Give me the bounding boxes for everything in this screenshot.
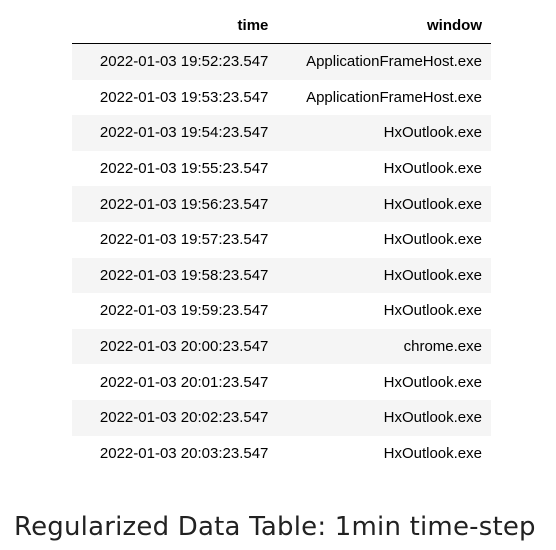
window-cell: ApplicationFrameHost.exe [277,79,491,116]
time-cell: 2022-01-03 20:00:23.547 [72,328,278,365]
window-cell: HxOutlook.exe [277,364,491,400]
table-row: 2022-01-03 20:03:23.547 HxOutlook.exe [72,435,491,472]
window-cell: HxOutlook.exe [277,435,491,472]
time-cell: 2022-01-03 19:52:23.547 [72,43,278,80]
table-row: 2022-01-03 19:56:23.547 HxOutlook.exe [72,186,491,222]
window-cell: HxOutlook.exe [277,257,491,294]
header-row: time window [72,8,491,44]
table-row: 2022-01-03 20:02:23.547 HxOutlook.exe [72,399,491,436]
data-table: time window 2022-01-03 19:52:23.547 Appl… [72,8,491,472]
table-row: 2022-01-03 20:01:23.547 HxOutlook.exe [72,364,491,400]
window-cell: HxOutlook.exe [277,186,491,222]
table-row: 2022-01-03 19:55:23.547 HxOutlook.exe [72,150,491,187]
column-header-time: time [72,8,278,44]
time-cell: 2022-01-03 20:01:23.547 [72,364,278,400]
time-cell: 2022-01-03 19:55:23.547 [72,150,278,187]
table-row: 2022-01-03 19:57:23.547 HxOutlook.exe [72,221,491,258]
table-row: 2022-01-03 19:58:23.547 HxOutlook.exe [72,257,491,294]
time-cell: 2022-01-03 19:58:23.547 [72,257,278,294]
table-row: 2022-01-03 19:54:23.547 HxOutlook.exe [72,115,491,151]
table-row: 2022-01-03 19:59:23.547 HxOutlook.exe [72,293,491,329]
time-cell: 2022-01-03 20:03:23.547 [72,435,278,472]
window-cell: ApplicationFrameHost.exe [277,43,491,80]
window-cell: chrome.exe [277,328,491,365]
time-cell: 2022-01-03 19:57:23.547 [72,221,278,258]
time-cell: 2022-01-03 20:02:23.547 [72,399,278,436]
window-cell: HxOutlook.exe [277,293,491,329]
time-cell: 2022-01-03 19:59:23.547 [72,293,278,329]
window-cell: HxOutlook.exe [277,221,491,258]
table-row: 2022-01-03 19:53:23.547 ApplicationFrame… [72,79,491,116]
time-cell: 2022-01-03 19:56:23.547 [72,186,278,222]
table-body: 2022-01-03 19:52:23.547 ApplicationFrame… [72,43,491,472]
window-cell: HxOutlook.exe [277,150,491,187]
table-caption: Regularized Data Table: 1min time-step [14,512,536,542]
table-row: 2022-01-03 19:52:23.547 ApplicationFrame… [72,43,491,80]
window-cell: HxOutlook.exe [277,399,491,436]
time-cell: 2022-01-03 19:53:23.547 [72,79,278,116]
data-table-container: time window 2022-01-03 19:52:23.547 Appl… [72,8,491,472]
column-header-window: window [277,8,491,44]
time-cell: 2022-01-03 19:54:23.547 [72,115,278,151]
table-header: time window [72,8,491,44]
window-cell: HxOutlook.exe [277,115,491,151]
table-row: 2022-01-03 20:00:23.547 chrome.exe [72,328,491,365]
